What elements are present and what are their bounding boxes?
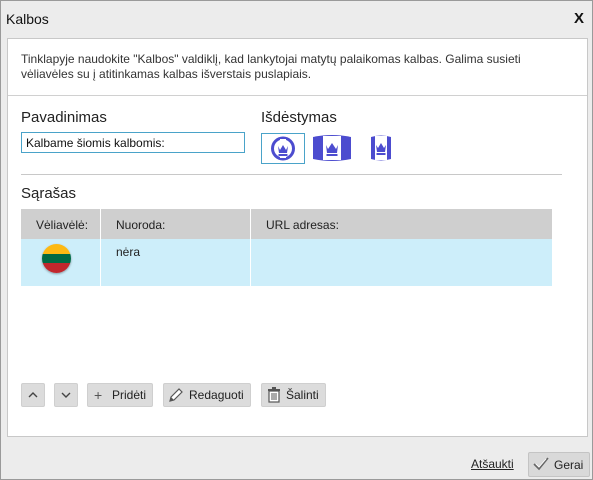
delete-button-label: Šalinti — [286, 388, 319, 402]
layout-option-wide[interactable] — [311, 133, 353, 163]
name-input[interactable] — [21, 132, 245, 153]
narrow-flag-icon — [371, 135, 391, 161]
wide-flag-icon — [313, 135, 351, 161]
column-header-flag: Vėliavėlė: — [36, 218, 89, 232]
layout-option-narrow[interactable] — [368, 133, 394, 163]
delete-button[interactable]: Šalinti — [261, 383, 326, 407]
dialog-content: Tinklapyje naudokite "Kalbos" valdiklį, … — [7, 38, 588, 437]
languages-dialog: Kalbos X Tinklapyje naudokite "Kalbos" v… — [0, 0, 593, 480]
description-text: Tinklapyje naudokite "Kalbos" valdiklį, … — [21, 52, 521, 81]
column-header-url: URL adresas: — [266, 218, 339, 232]
chevron-up-icon — [28, 392, 38, 398]
dialog-title: Kalbos — [6, 11, 49, 27]
move-up-button[interactable] — [21, 383, 45, 407]
dialog-titlebar: Kalbos X — [1, 1, 592, 37]
list-label: Sąrašas — [21, 185, 77, 202]
plus-icon: + — [94, 387, 103, 403]
add-button[interactable]: + Pridėti — [87, 383, 153, 407]
lithuania-flag-icon — [42, 244, 71, 273]
row-link-value: nėra — [116, 245, 141, 259]
ok-button-label: Gerai — [554, 458, 584, 472]
checkmark-icon — [533, 457, 549, 471]
trash-icon — [268, 387, 280, 403]
cancel-link[interactable]: Atšaukti — [471, 457, 514, 471]
close-button[interactable]: X — [574, 10, 584, 27]
add-button-label: Pridėti — [112, 388, 147, 402]
round-flag-icon — [271, 136, 295, 161]
column-header-link: Nuoroda: — [116, 218, 166, 232]
column-divider — [250, 209, 251, 286]
ok-button[interactable]: Gerai — [528, 452, 590, 477]
pencil-icon — [169, 388, 183, 402]
column-divider — [100, 209, 101, 286]
name-label: Pavadinimas — [21, 109, 107, 126]
layout-label: Išdėstymas — [261, 109, 337, 126]
edit-button[interactable]: Redaguoti — [163, 383, 251, 407]
move-down-button[interactable] — [54, 383, 78, 407]
layout-option-round[interactable] — [261, 133, 305, 164]
edit-button-label: Redaguoti — [189, 388, 244, 402]
chevron-down-icon — [61, 392, 71, 398]
divider — [8, 95, 587, 96]
divider — [21, 174, 562, 175]
